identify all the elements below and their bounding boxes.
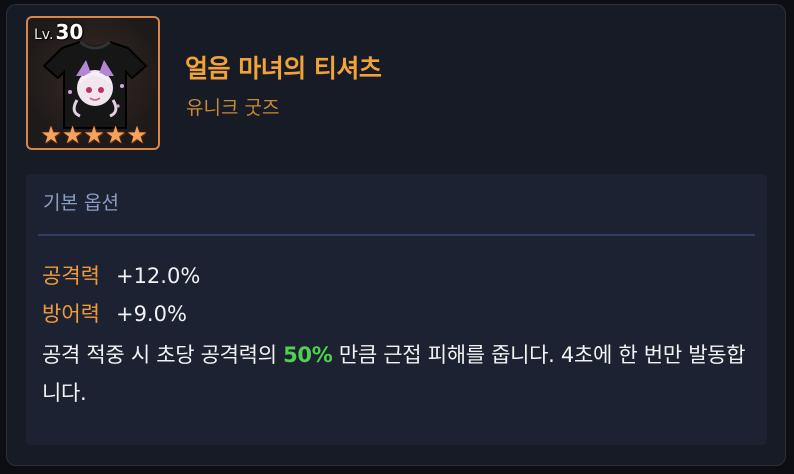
item-tooltip: Lv. 30 ★ ★ ★ ★ ★ 얼음 마녀의 티셔츠 유니크 굿즈 기본 옵션 … bbox=[6, 4, 786, 466]
option-description: 공격 적중 시 초당 공격력의 50% 만큼 근접 피해를 줍니다. 4초에 한… bbox=[42, 336, 748, 412]
item-icon-frame: Lv. 30 ★ ★ ★ ★ ★ bbox=[26, 16, 160, 150]
description-text: 공격 적중 시 초당 공격력의 bbox=[42, 343, 284, 367]
star-icon: ★ bbox=[61, 121, 84, 149]
item-level: Lv. 30 bbox=[34, 20, 83, 44]
basic-options-panel: 기본 옵션 공격력 +12.0% 방어력 +9.0% 공격 적중 시 초당 공격력의… bbox=[26, 174, 767, 445]
stat-row-defense: 방어력 +9.0% bbox=[42, 298, 187, 328]
level-prefix: Lv. bbox=[34, 27, 54, 43]
t-shirt-icon bbox=[42, 40, 148, 129]
highlight-value: 50% bbox=[283, 343, 333, 367]
stat-value: +12.0% bbox=[115, 264, 201, 288]
item-grade: 유니크 굿즈 bbox=[186, 97, 280, 119]
star-icon: ★ bbox=[40, 121, 62, 149]
star-icon: ★ bbox=[83, 121, 105, 149]
stat-name: 방어력 bbox=[42, 302, 100, 326]
star-rating: ★ ★ ★ ★ ★ bbox=[40, 121, 148, 149]
divider bbox=[38, 234, 755, 236]
stat-row-attack: 공격력 +12.0% bbox=[42, 260, 200, 290]
stat-name: 공격력 bbox=[42, 264, 100, 288]
stat-value: +9.0% bbox=[115, 302, 187, 326]
options-title: 기본 옵션 bbox=[43, 192, 119, 214]
star-icon: ★ bbox=[104, 121, 127, 149]
item-name: 얼음 마녀의 티셔츠 bbox=[185, 54, 382, 83]
star-icon: ★ bbox=[126, 121, 148, 149]
level-value: 30 bbox=[55, 20, 84, 44]
